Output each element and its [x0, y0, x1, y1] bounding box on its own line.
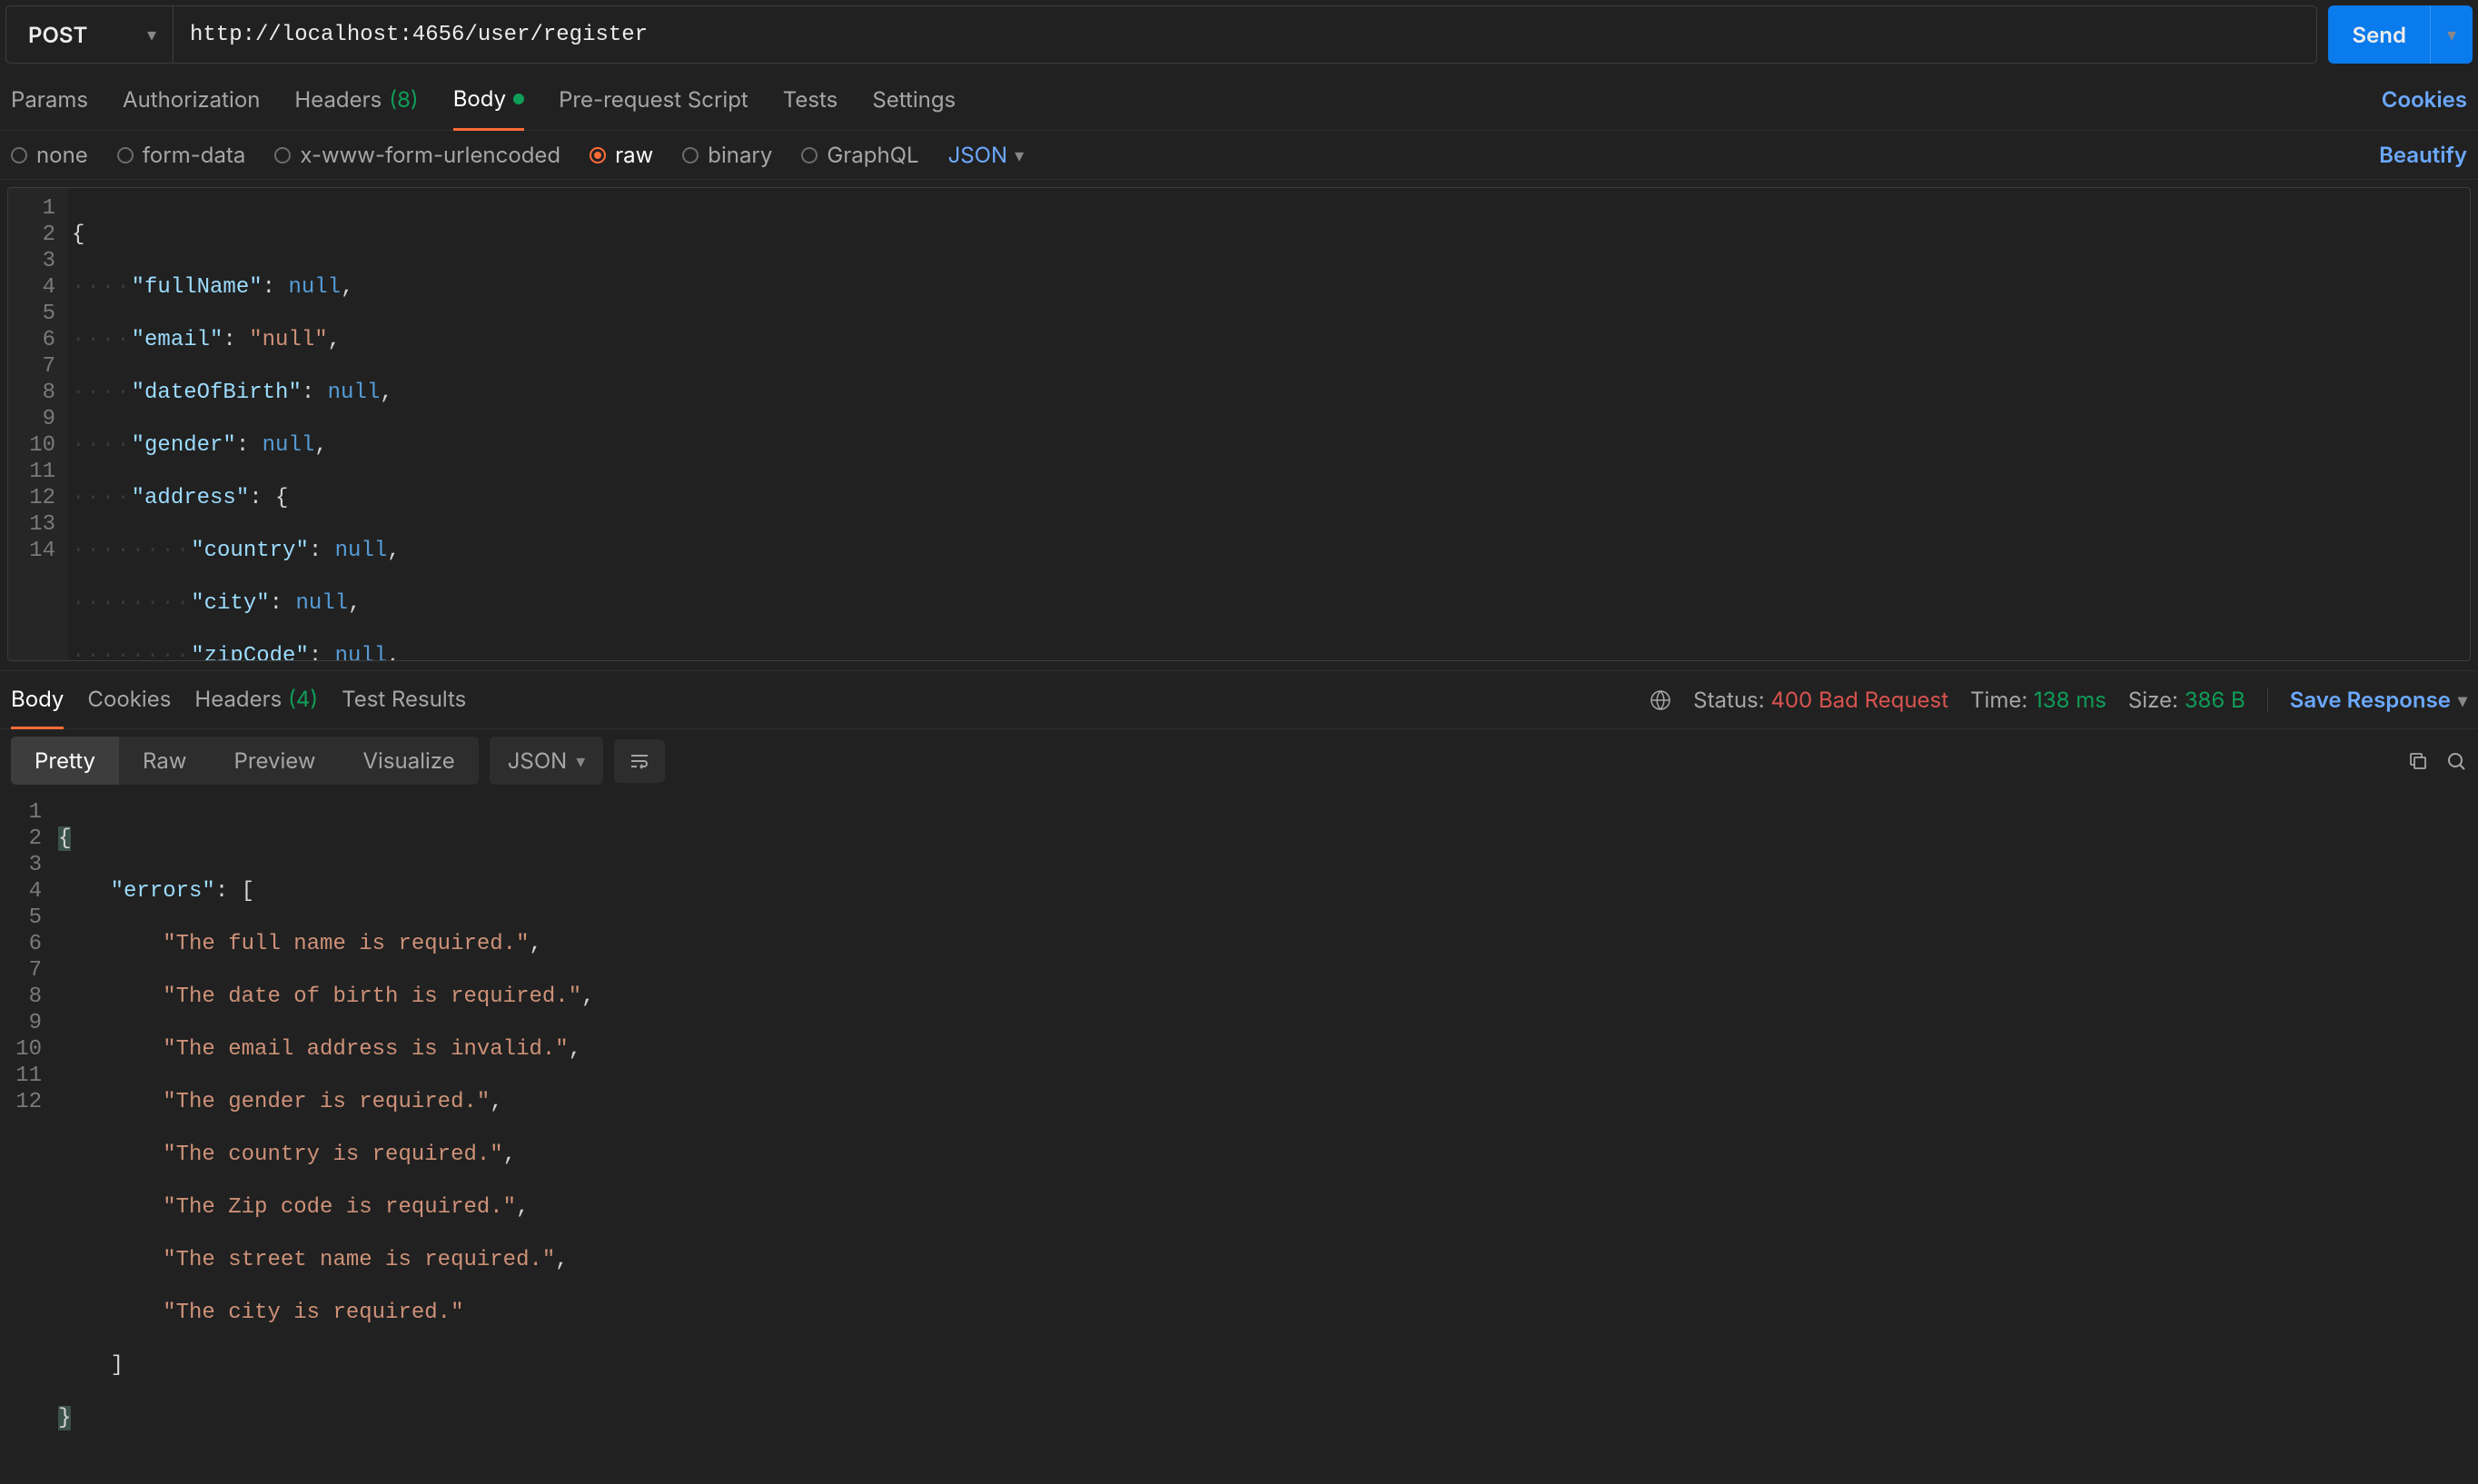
- tab-body[interactable]: Body: [453, 69, 524, 131]
- request-gutter: 1234567891011121314: [8, 188, 68, 660]
- tab-authorization[interactable]: Authorization: [123, 69, 260, 130]
- search-icon[interactable]: [2445, 750, 2467, 772]
- resp-tab-cookies[interactable]: Cookies: [87, 671, 171, 728]
- radio-icon: [11, 147, 27, 163]
- view-visualize[interactable]: Visualize: [339, 737, 478, 785]
- beautify-button[interactable]: Beautify: [2379, 142, 2467, 168]
- radio-raw[interactable]: raw: [590, 142, 653, 168]
- chevron-down-icon: ▾: [2458, 689, 2467, 711]
- chevron-down-icon: ▾: [1015, 144, 1024, 166]
- radio-graphql[interactable]: GraphQL: [801, 142, 918, 168]
- method-select[interactable]: POST ▾: [5, 5, 173, 64]
- radio-form-data[interactable]: form-data: [117, 142, 246, 168]
- cookies-link[interactable]: Cookies: [2382, 86, 2467, 113]
- status-meta[interactable]: Status: 400 Bad Request: [1693, 687, 1948, 713]
- save-response-button[interactable]: Save Response▾: [2290, 687, 2467, 713]
- size-meta[interactable]: Size: 386 B: [2128, 687, 2245, 713]
- globe-icon[interactable]: [1650, 689, 1671, 711]
- tab-prerequest[interactable]: Pre-request Script: [559, 69, 748, 130]
- response-viewer[interactable]: { "errors": [ "The full name is required…: [55, 792, 2478, 1137]
- resp-tab-headers[interactable]: Headers (4): [194, 671, 318, 728]
- url-text: http://localhost:4656/user/register: [190, 23, 648, 47]
- chevron-down-icon: ▾: [576, 750, 585, 772]
- url-input[interactable]: http://localhost:4656/user/register: [173, 5, 2317, 64]
- request-editor[interactable]: { ····"fullName": null, ····"email": "nu…: [68, 188, 2470, 660]
- modified-dot-icon: [513, 94, 524, 104]
- radio-icon: [682, 147, 699, 163]
- radio-icon: [801, 147, 818, 163]
- time-meta[interactable]: Time: 138 ms: [1970, 687, 2106, 713]
- chevron-down-icon[interactable]: ▾: [2431, 24, 2473, 45]
- method-text: POST: [28, 22, 87, 48]
- tab-params[interactable]: Params: [11, 69, 88, 130]
- wrap-lines-button[interactable]: [614, 739, 665, 783]
- radio-icon: [274, 147, 291, 163]
- tab-tests[interactable]: Tests: [783, 69, 838, 130]
- resp-tab-test-results[interactable]: Test Results: [342, 671, 466, 728]
- radio-icon: [590, 147, 606, 163]
- resp-tab-body[interactable]: Body: [11, 671, 64, 729]
- radio-none[interactable]: none: [11, 142, 88, 168]
- radio-binary[interactable]: binary: [682, 142, 772, 168]
- radio-urlencoded[interactable]: x-www-form-urlencoded: [274, 142, 560, 168]
- response-format-select[interactable]: JSON▾: [490, 737, 604, 785]
- divider: [2267, 688, 2268, 712]
- radio-icon: [117, 147, 134, 163]
- view-preview[interactable]: Preview: [210, 737, 339, 785]
- view-raw[interactable]: Raw: [119, 737, 210, 785]
- copy-icon[interactable]: [2407, 750, 2429, 772]
- chevron-down-icon: ▾: [147, 24, 156, 45]
- response-gutter: 123456789101112: [0, 792, 55, 1137]
- tab-headers[interactable]: Headers (8): [294, 69, 418, 130]
- raw-format-select[interactable]: JSON▾: [948, 142, 1025, 168]
- view-pretty[interactable]: Pretty: [11, 737, 119, 785]
- tab-settings[interactable]: Settings: [872, 69, 956, 130]
- send-button-label: Send: [2328, 5, 2430, 64]
- send-button[interactable]: Send ▾: [2328, 5, 2473, 64]
